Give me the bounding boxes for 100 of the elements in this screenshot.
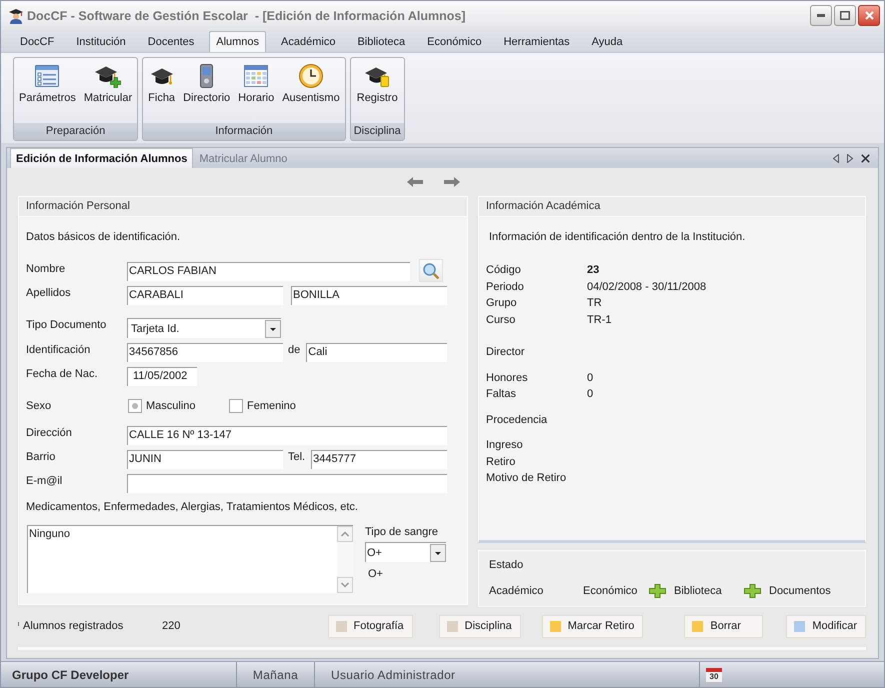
radio-button[interactable] xyxy=(229,399,243,413)
field-label: Sexo xyxy=(26,399,52,413)
cap-card-icon[interactable] xyxy=(365,65,390,87)
status-label: Económico xyxy=(583,584,638,598)
clock-icon[interactable] xyxy=(298,64,323,88)
text-field[interactable]: BONILLA xyxy=(291,286,447,305)
list-window-icon[interactable] xyxy=(35,65,60,87)
text-field[interactable]: JUNIN xyxy=(127,450,283,469)
info-value: TR-1 xyxy=(587,312,612,328)
field-label: Fecha de Nac. xyxy=(26,367,99,381)
info-label: Ingreso xyxy=(486,438,524,453)
dropdown-value: Tarjeta Id. xyxy=(131,322,180,334)
close-icon[interactable] xyxy=(861,154,870,162)
status-text: Usuario Administrador xyxy=(331,668,456,682)
field-label: Dirección xyxy=(26,426,73,440)
info-value: 0 xyxy=(587,370,594,386)
grid-calendar-icon[interactable] xyxy=(244,65,268,87)
ribbon-button[interactable]: Matricular xyxy=(82,63,134,107)
action-button[interactable]: Modificar xyxy=(786,614,866,638)
ribbon-group-label: Información xyxy=(143,123,345,140)
field-label: Nombre xyxy=(26,262,66,276)
radio-button[interactable] xyxy=(128,399,142,413)
menu-tab[interactable]: DocCF xyxy=(13,31,62,52)
phone-icon[interactable] xyxy=(200,64,214,88)
info-value: 0 xyxy=(587,387,594,402)
back-arrow-icon[interactable] xyxy=(407,177,423,187)
status-label: Documentos xyxy=(769,584,831,598)
window-title: DocCF - Software de Gestión Escolar - [Edición de Información Alumnos] xyxy=(27,8,466,22)
maximize-icon[interactable] xyxy=(840,11,850,20)
text-field[interactable]: CARABALI xyxy=(127,286,283,305)
info-label: Grupo xyxy=(486,296,518,311)
scrollbar[interactable] xyxy=(337,526,353,593)
field-label: Tel. xyxy=(288,450,306,464)
menu-tab[interactable]: Herramientas xyxy=(496,31,577,52)
action-button[interactable]: Disciplina xyxy=(438,614,521,638)
field-label: Barrio xyxy=(26,450,56,464)
text-field[interactable]: Cali xyxy=(306,343,447,362)
info-label: Periodo xyxy=(486,280,525,294)
menu-tab[interactable]: Alumnos xyxy=(209,31,266,52)
date-field[interactable]: 11/05/2002 xyxy=(127,367,197,386)
cap-icon[interactable] xyxy=(150,66,173,86)
text-field[interactable]: CARLOS FABIAN xyxy=(127,262,410,281)
menu-tab[interactable]: Ayuda xyxy=(584,31,630,52)
ribbon-group-label: Preparación xyxy=(14,123,138,140)
notes-field[interactable]: Ninguno xyxy=(27,525,353,593)
menu-tab[interactable]: Docentes xyxy=(140,31,202,52)
search-button[interactable] xyxy=(419,259,443,282)
info-value: TR xyxy=(587,296,602,311)
forward-arrow-icon[interactable] xyxy=(444,177,460,187)
menu-tab[interactable]: Institución xyxy=(69,31,133,52)
cap-plus-icon[interactable] xyxy=(95,64,121,88)
caret-icon[interactable] xyxy=(430,544,446,562)
ribbon-button[interactable]: Registro xyxy=(356,63,399,107)
action-button[interactable]: Marcar Retiro xyxy=(542,614,644,638)
panel-description: Datos básicos de identificación. xyxy=(25,230,182,244)
maximize-button[interactable] xyxy=(834,5,856,26)
field-label: Apellidos xyxy=(26,286,72,300)
dropdown[interactable]: Tarjeta Id. xyxy=(127,318,281,338)
panel-title: Información Académica xyxy=(479,197,865,217)
scroll-right-icon[interactable] xyxy=(847,154,853,162)
radio-label: Femenino xyxy=(247,399,296,413)
ribbon-button[interactable]: Ficha xyxy=(147,63,176,107)
scroll-down-icon[interactable] xyxy=(337,577,353,593)
caret-icon[interactable] xyxy=(265,320,281,338)
dropdown-value: O+ xyxy=(367,546,382,558)
field-label: Tipo Documento xyxy=(26,318,108,332)
status-label: Biblioteca xyxy=(674,584,722,598)
minimize-button[interactable] xyxy=(810,5,832,26)
notes-text: Ninguno xyxy=(28,527,71,542)
field-label: Medicamentos, Enfermedades, Alergias, Tratamientos Médicos, etc. xyxy=(25,500,359,514)
ribbon-button[interactable]: Parámetros xyxy=(18,63,77,107)
menu-tab[interactable]: Académico xyxy=(274,31,342,52)
count-value: 220 xyxy=(162,620,180,632)
ribbon-button[interactable]: Directorio xyxy=(182,63,232,107)
info-value: 23 xyxy=(587,263,600,278)
info-label: Curso xyxy=(486,312,516,328)
text-field[interactable]: 34567856 xyxy=(127,343,283,362)
text-field[interactable]: 3445777 xyxy=(311,450,447,469)
document-tab[interactable]: Edición de Información Alumnos xyxy=(10,148,194,168)
action-button[interactable]: Borrar xyxy=(684,614,764,638)
panel-title: Estado xyxy=(489,558,524,572)
ribbon-button[interactable]: Horario xyxy=(237,63,276,107)
radio-label: Masculino xyxy=(146,399,196,413)
scroll-left-icon[interactable] xyxy=(833,154,839,162)
ribbon-button[interactable]: Ausentismo xyxy=(281,63,341,107)
info-label: Retiro xyxy=(486,454,516,470)
info-value: 04/02/2008 - 30/11/2008 xyxy=(587,280,706,294)
scroll-up-icon[interactable] xyxy=(337,526,353,542)
search-icon[interactable] xyxy=(423,262,439,278)
calendar-button[interactable]: 30 xyxy=(706,668,722,682)
info-label: Procedencia xyxy=(486,412,548,428)
field-label: de xyxy=(288,343,300,357)
menu-tab[interactable]: Económico xyxy=(420,31,489,52)
text-field[interactable]: CALLE 16 Nº 13-147 xyxy=(127,426,447,445)
menu-tab[interactable]: Biblioteca xyxy=(350,31,412,52)
close-button[interactable] xyxy=(858,5,880,26)
text-field[interactable] xyxy=(127,474,447,493)
field-label: Identificación xyxy=(26,343,92,357)
dropdown[interactable]: O+ xyxy=(365,542,446,562)
action-button[interactable]: Fotografía xyxy=(328,614,413,638)
